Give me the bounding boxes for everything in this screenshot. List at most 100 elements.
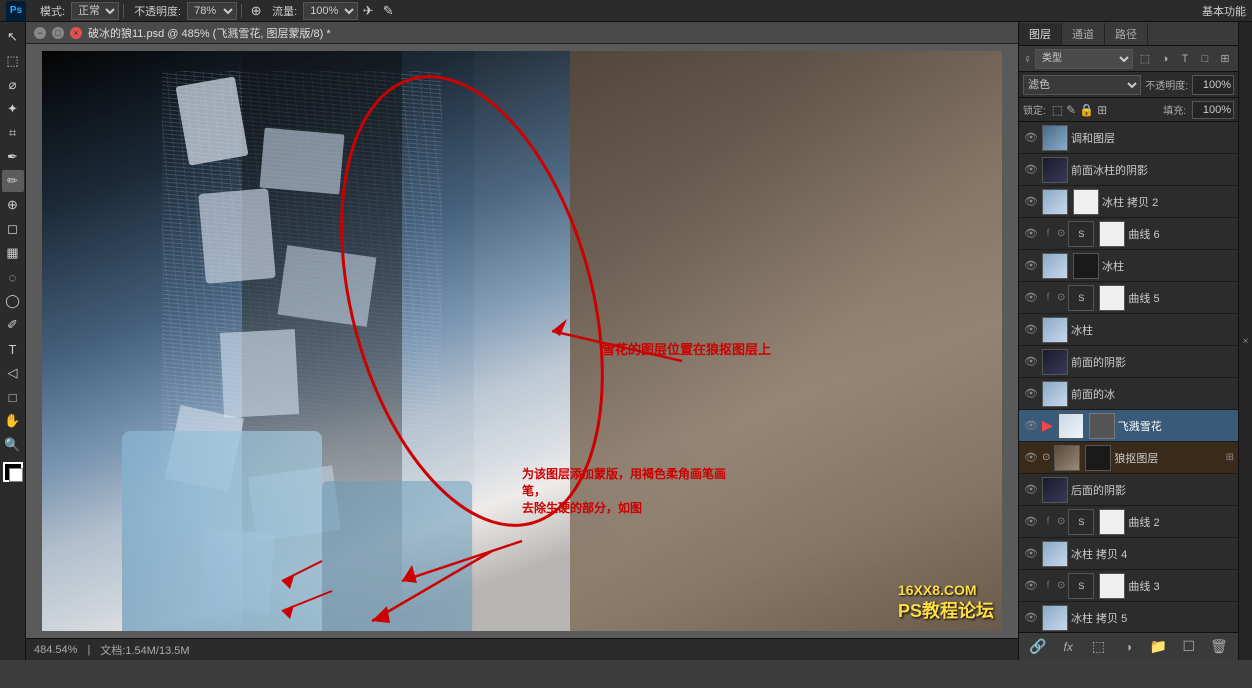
ps-logo: Ps bbox=[6, 1, 26, 21]
select-tool[interactable]: ⬚ bbox=[2, 50, 24, 72]
lasso-tool[interactable]: ⌀ bbox=[2, 74, 24, 96]
layer-row-active[interactable]: 👁 ▶ 飞溅雪花 bbox=[1019, 410, 1238, 442]
link-layers-button[interactable]: 🔗 bbox=[1026, 636, 1050, 658]
layer-row[interactable]: 👁 前面冰柱的阴影 bbox=[1019, 154, 1238, 186]
pen-tool[interactable]: ✐ bbox=[2, 314, 24, 336]
layer-row[interactable]: 👁 前面的阴影 bbox=[1019, 346, 1238, 378]
layer-visibility-icon[interactable]: 👁 bbox=[1023, 290, 1039, 306]
layer-visibility-icon[interactable]: 👁 bbox=[1023, 482, 1039, 498]
menu-item-mode-label: 模式: bbox=[34, 3, 71, 19]
layer-row[interactable]: 👁 f ⊙ S 曲线 3 bbox=[1019, 570, 1238, 602]
opacity-select[interactable]: 78% bbox=[187, 2, 237, 20]
crop-tool[interactable]: ⌗ bbox=[2, 122, 24, 144]
lock-pixels-icon[interactable]: ⬚ bbox=[1052, 103, 1063, 117]
toolbox: ↖ ⬚ ⌀ ✦ ⌗ ✒ ✏ ⊕ ◻ ▦ ◌ ◯ ✐ T ◁ □ ✋ 🔍 bbox=[0, 22, 26, 660]
layer-visibility-icon[interactable]: 👁 bbox=[1023, 194, 1039, 210]
layer-row[interactable]: 👁 前面的冰 bbox=[1019, 378, 1238, 410]
delete-layer-button[interactable]: 🗑 bbox=[1207, 636, 1231, 658]
layer-blend-mode[interactable]: 滤色 bbox=[1023, 75, 1141, 95]
blur-tool[interactable]: ◌ bbox=[2, 266, 24, 288]
layer-visibility-icon[interactable]: 👁 bbox=[1023, 514, 1039, 530]
lock-label: 锁定: bbox=[1023, 102, 1046, 117]
airbrush-icon: ✈ bbox=[358, 1, 378, 21]
layer-row[interactable]: 👁 冰柱 bbox=[1019, 250, 1238, 282]
brush-tool[interactable]: ✏ bbox=[2, 170, 24, 192]
layer-thumbnail bbox=[1054, 445, 1080, 471]
shape-tool[interactable]: □ bbox=[2, 386, 24, 408]
layer-visibility-icon[interactable]: 👁 bbox=[1023, 610, 1039, 626]
layer-effects-button[interactable]: fx bbox=[1056, 636, 1080, 658]
layer-visibility-icon[interactable]: 👁 bbox=[1023, 130, 1039, 146]
add-adjustment-button[interactable]: ◑ bbox=[1116, 636, 1140, 658]
window-maximize[interactable]: □ bbox=[52, 27, 64, 39]
zoom-tool[interactable]: 🔍 bbox=[2, 434, 24, 456]
panel-close-strip[interactable]: × bbox=[1238, 22, 1252, 660]
layers-list[interactable]: 👁 调和图层 👁 前面冰柱的阴影 👁 冰柱 拷贝 2 👁 f bbox=[1019, 122, 1238, 632]
layer-visibility-icon[interactable]: 👁 bbox=[1023, 258, 1039, 274]
new-group-button[interactable]: 📁 bbox=[1147, 636, 1171, 658]
layer-row[interactable]: 👁 冰柱 bbox=[1019, 314, 1238, 346]
shape-filter-icon[interactable]: □ bbox=[1196, 50, 1214, 68]
layer-fx-icon: ⊙ bbox=[1057, 516, 1065, 527]
layer-row[interactable]: 👁 f ⊙ S 曲线 6 bbox=[1019, 218, 1238, 250]
move-tool[interactable]: ↖ bbox=[2, 26, 24, 48]
add-mask-button[interactable]: ⬚ bbox=[1086, 636, 1110, 658]
layer-visibility-icon[interactable]: 👁 bbox=[1023, 418, 1039, 434]
separator-1 bbox=[123, 4, 124, 18]
layer-visibility-icon[interactable]: 👁 bbox=[1023, 450, 1039, 466]
layer-row[interactable]: 👁 冰柱 拷贝 4 bbox=[1019, 538, 1238, 570]
layer-visibility-icon[interactable]: 👁 bbox=[1023, 386, 1039, 402]
hand-tool[interactable]: ✋ bbox=[2, 410, 24, 432]
layer-row[interactable]: 👁 f ⊙ S 曲线 5 bbox=[1019, 282, 1238, 314]
layer-visibility-icon[interactable]: 👁 bbox=[1023, 354, 1039, 370]
layer-row[interactable]: 👁 冰柱 拷贝 2 bbox=[1019, 186, 1238, 218]
window-close[interactable]: × bbox=[70, 27, 82, 39]
layer-mask-thumbnail bbox=[1085, 445, 1111, 471]
layer-visibility-icon[interactable]: 👁 bbox=[1023, 322, 1039, 338]
dodge-tool[interactable]: ◯ bbox=[2, 290, 24, 312]
layer-visibility-icon[interactable]: 👁 bbox=[1023, 578, 1039, 594]
lock-all-icon[interactable]: 🔒 bbox=[1079, 103, 1094, 117]
layer-row[interactable]: 👁 调和图层 bbox=[1019, 122, 1238, 154]
layer-thumbnail: S bbox=[1068, 509, 1094, 535]
new-layer-button[interactable]: ☐ bbox=[1177, 636, 1201, 658]
foreground-color[interactable] bbox=[3, 462, 23, 482]
canvas-area[interactable]: 雪花的图层位置在狼抠图层上 为该图层添加蒙版，用褐色柔角画笔画笔，去除生硬的部分… bbox=[26, 44, 1018, 638]
window-minimize[interactable]: − bbox=[34, 27, 46, 39]
layer-thumbnail bbox=[1042, 253, 1068, 279]
eraser-tool[interactable]: ◻ bbox=[2, 218, 24, 240]
gradient-tool[interactable]: ▦ bbox=[2, 242, 24, 264]
layer-mask-thumbnail bbox=[1099, 573, 1125, 599]
tab-layers[interactable]: 图层 bbox=[1019, 23, 1062, 45]
layer-name: 调和图层 bbox=[1071, 130, 1234, 146]
layer-row[interactable]: 👁 ⊙ 狼抠图层 ⊞ bbox=[1019, 442, 1238, 474]
layer-visibility-icon[interactable]: 👁 bbox=[1023, 546, 1039, 562]
magic-wand-tool[interactable]: ✦ bbox=[2, 98, 24, 120]
tab-channels[interactable]: 通道 bbox=[1062, 23, 1105, 45]
adj-filter-icon[interactable]: ◑ bbox=[1156, 50, 1174, 68]
lock-artboard-icon[interactable]: ⊞ bbox=[1097, 103, 1107, 117]
lock-position-icon[interactable]: ✎ bbox=[1066, 103, 1076, 117]
tab-paths[interactable]: 路径 bbox=[1105, 23, 1148, 45]
opacity-input[interactable] bbox=[1192, 75, 1234, 95]
text-filter-icon[interactable]: T bbox=[1176, 50, 1194, 68]
pixel-filter-icon[interactable]: ⬚ bbox=[1136, 50, 1154, 68]
path-select-tool[interactable]: ◁ bbox=[2, 362, 24, 384]
layer-row[interactable]: 👁 冰柱 拷贝 5 bbox=[1019, 602, 1238, 632]
flow-select[interactable]: 100% bbox=[303, 2, 358, 20]
blend-mode-select[interactable]: 正常 bbox=[71, 2, 119, 20]
layer-visibility-icon[interactable]: 👁 bbox=[1023, 226, 1039, 242]
layer-row[interactable]: 👁 f ⊙ S 曲线 2 bbox=[1019, 506, 1238, 538]
annotation-text-2: 为该图层添加蒙版，用褐色柔角画笔画笔，去除生硬的部分，如图 bbox=[522, 466, 726, 516]
eyedropper-tool[interactable]: ✒ bbox=[2, 146, 24, 168]
layer-visibility-icon[interactable]: 👁 bbox=[1023, 162, 1039, 178]
panel-tabs: 图层 通道 路径 bbox=[1019, 22, 1238, 46]
layer-type-filter[interactable]: 类型 bbox=[1035, 49, 1133, 69]
clone-tool[interactable]: ⊕ bbox=[2, 194, 24, 216]
fill-input[interactable] bbox=[1192, 101, 1234, 119]
text-tool[interactable]: T bbox=[2, 338, 24, 360]
smart-filter-icon[interactable]: ⊞ bbox=[1216, 50, 1234, 68]
workspace-label: 基本功能 bbox=[1202, 3, 1246, 19]
layer-mask-thumbnail bbox=[1099, 221, 1125, 247]
layer-row[interactable]: 👁 后面的阴影 bbox=[1019, 474, 1238, 506]
